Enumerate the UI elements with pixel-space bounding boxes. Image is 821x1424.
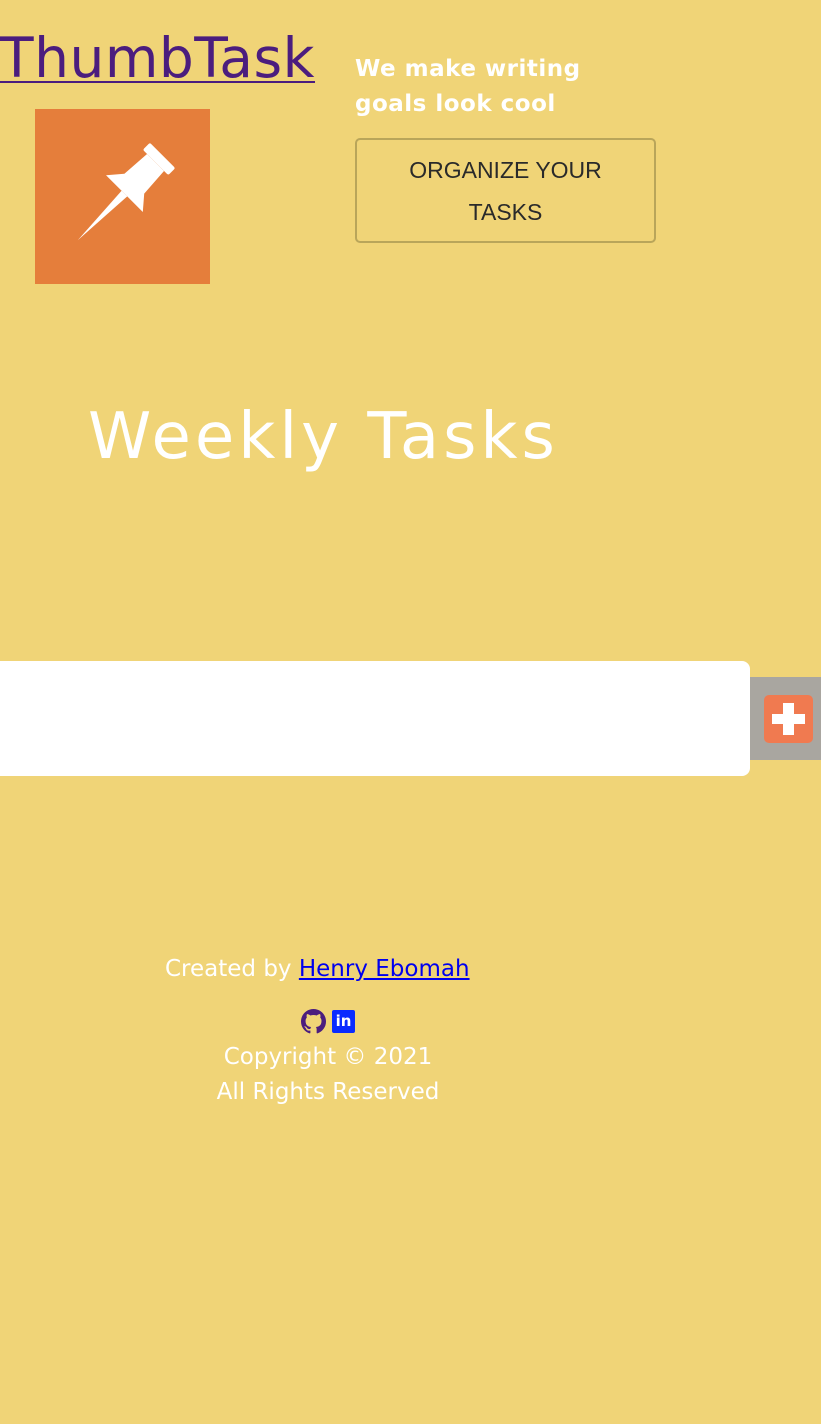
task-input[interactable] bbox=[0, 661, 750, 776]
footer-credit: Created by Henry Ebomah bbox=[165, 952, 470, 986]
brand-link[interactable]: ThumbTask bbox=[0, 22, 315, 94]
tagline: We make writing goals look cool bbox=[355, 56, 581, 117]
page-title: Weekly Tasks bbox=[88, 400, 559, 474]
linkedin-label: in bbox=[335, 1012, 352, 1030]
logo bbox=[35, 109, 210, 284]
plus-icon bbox=[764, 695, 813, 743]
organize-tasks-button[interactable]: ORGANIZE YOUR TASKS bbox=[355, 138, 656, 243]
author-link[interactable]: Henry Ebomah bbox=[299, 956, 470, 982]
github-icon[interactable] bbox=[301, 1009, 326, 1034]
created-by-label: Created by bbox=[165, 956, 292, 982]
copyright: Copyright © 2021 bbox=[223, 1044, 433, 1070]
pushpin-icon bbox=[77, 143, 175, 241]
rights-reserved: All Rights Reserved bbox=[216, 1079, 440, 1105]
linkedin-icon[interactable]: in bbox=[332, 1010, 355, 1033]
add-task-button[interactable] bbox=[750, 677, 821, 760]
